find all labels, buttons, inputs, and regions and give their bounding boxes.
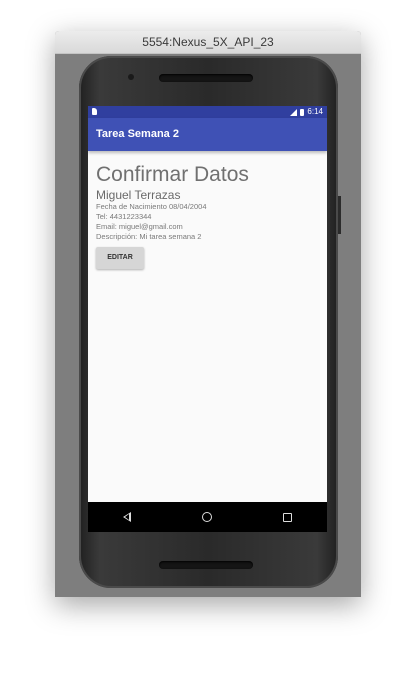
status-right: 6:14 xyxy=(290,107,323,117)
power-button[interactable] xyxy=(338,196,341,234)
emulator-window: 5554:Nexus_5X_API_23 6:14 Tarea Semana 2… xyxy=(55,31,361,597)
birth-date-text: Fecha de Nacimiento 08/04/2004 xyxy=(96,202,207,211)
window-title: 5554:Nexus_5X_API_23 xyxy=(55,31,361,54)
phone-text: Tel: 4431223344 xyxy=(96,212,152,221)
battery-icon xyxy=(300,108,305,116)
page-title: Confirmar Datos xyxy=(96,163,249,186)
status-bar: 6:14 xyxy=(88,106,327,118)
edit-button[interactable]: EDITAR xyxy=(96,247,144,269)
email-text: Email: miguel@gmail.com xyxy=(96,222,183,231)
bottom-speaker xyxy=(159,561,253,569)
app-bar-title: Tarea Semana 2 xyxy=(88,118,327,151)
description-text: Descripción: Mi tarea semana 2 xyxy=(96,232,202,241)
signal-icon xyxy=(290,108,298,116)
top-speaker xyxy=(159,74,253,82)
recents-icon[interactable] xyxy=(282,512,292,522)
navigation-bar xyxy=(88,502,327,532)
device-screen: 6:14 Tarea Semana 2 Confirmar Datos Migu… xyxy=(88,106,327,532)
home-icon[interactable] xyxy=(201,512,212,522)
phone-frame: 6:14 Tarea Semana 2 Confirmar Datos Migu… xyxy=(79,56,341,588)
sim-icon xyxy=(92,108,97,115)
back-icon[interactable] xyxy=(123,512,132,522)
confirm-content: Confirmar Datos Miguel Terrazas Fecha de… xyxy=(96,163,319,269)
user-name: Miguel Terrazas xyxy=(96,188,181,202)
camera-icon xyxy=(128,74,134,80)
status-time: 6:14 xyxy=(307,107,323,116)
